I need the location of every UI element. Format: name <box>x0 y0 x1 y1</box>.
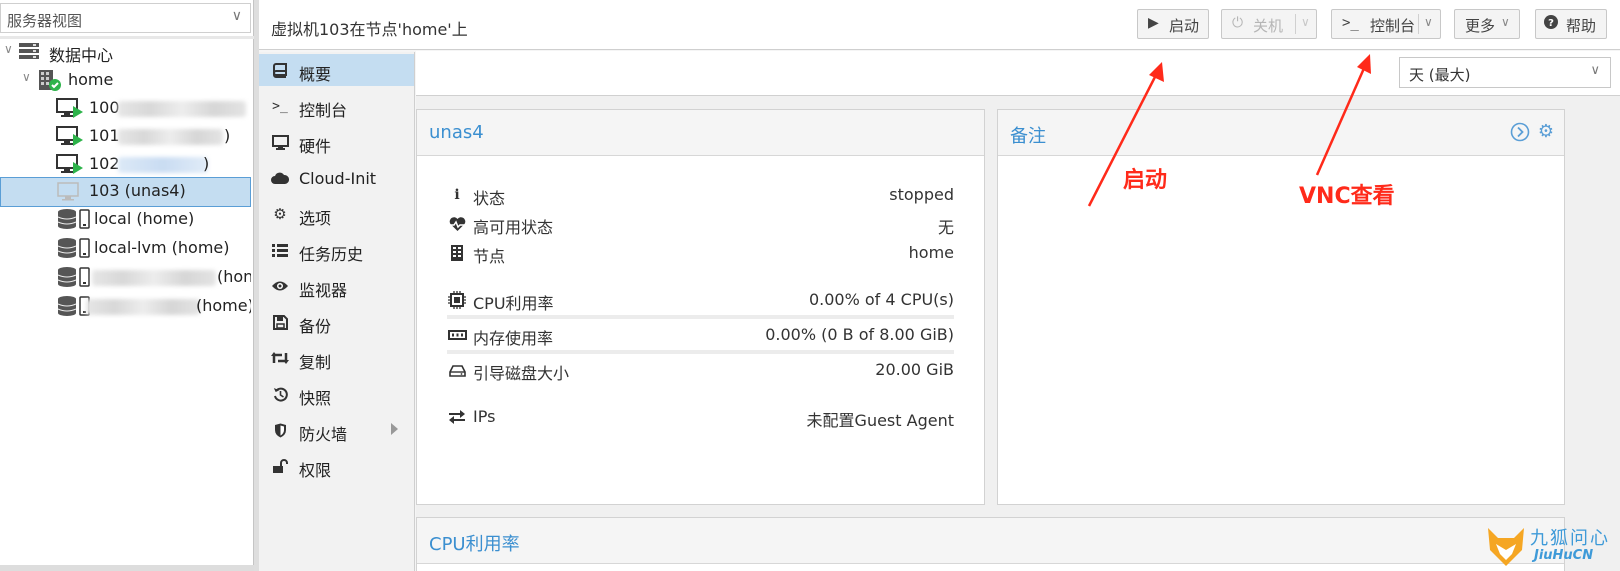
watermark-en: JiuHuCN <box>1534 548 1594 563</box>
annotation-arrow-vnc <box>1315 65 1367 176</box>
annotation-arrows <box>1087 54 1371 207</box>
watermark-cn: 九狐问心 <box>1530 528 1610 549</box>
watermark: 九狐问心 JiuHuCN <box>1486 522 1620 571</box>
annotation-label-vnc: VNC查看 <box>1299 184 1395 209</box>
annotation-label-start: 启动 <box>1123 168 1168 193</box>
arrowhead-icon <box>1149 62 1164 82</box>
fox-logo-icon <box>1488 528 1524 566</box>
app-root: 服务器视图 ∨ ∨ 数据中心 ∨ home 100 101) 102) 10… <box>0 0 1620 571</box>
